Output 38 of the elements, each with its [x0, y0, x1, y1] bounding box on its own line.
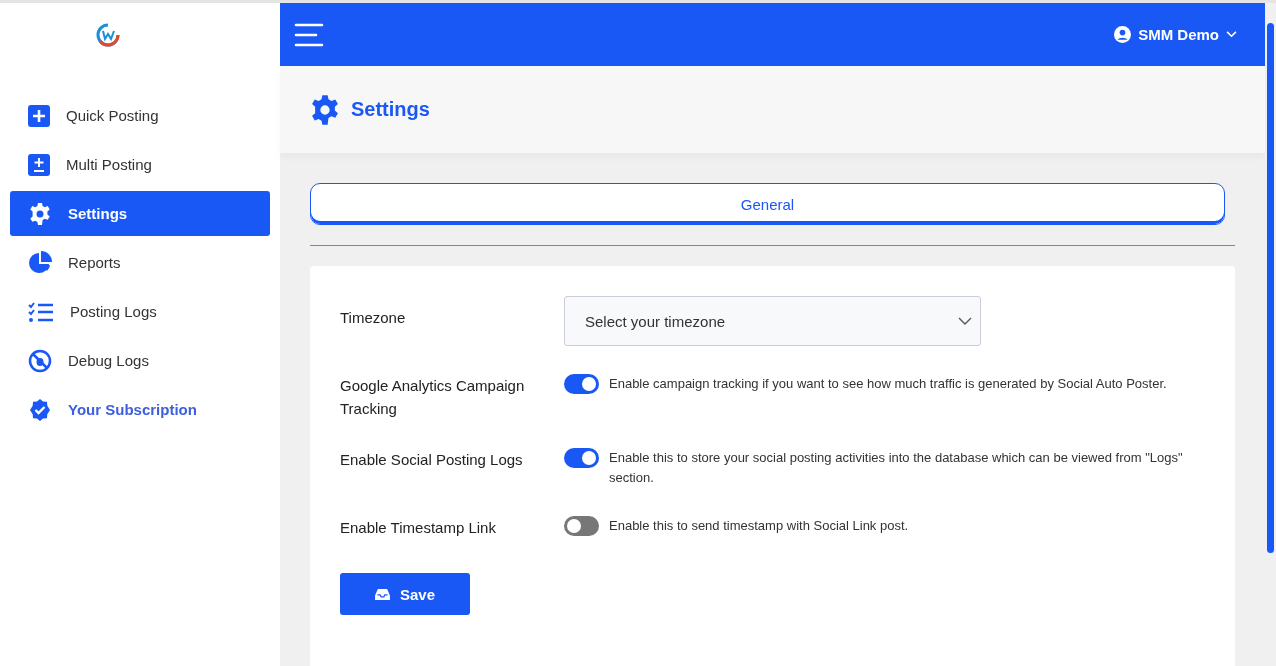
- toggle-switch[interactable]: [564, 374, 599, 394]
- sidebar-item[interactable]: Posting Logs: [10, 289, 270, 334]
- sidebar-item[interactable]: Debug Logs: [10, 338, 270, 383]
- sidebar-item[interactable]: Quick Posting: [10, 93, 270, 138]
- plus-minus-square-icon: [28, 153, 50, 176]
- settings-icon: [309, 93, 341, 126]
- user-icon: [1114, 26, 1132, 43]
- setting-label: Google Analytics Campaign Tracking: [340, 376, 526, 419]
- tab[interactable]: General: [310, 183, 1225, 225]
- checklist-icon: [28, 300, 54, 323]
- sidebar-item[interactable]: Reports: [10, 240, 270, 285]
- setting-label: Enable Social Posting Logs: [340, 450, 524, 470]
- scrollbar[interactable]: [1267, 23, 1274, 553]
- verified-badge-icon: [28, 397, 52, 422]
- menu-icon: [294, 22, 324, 47]
- user-menu[interactable]: SMM Demo: [1114, 26, 1237, 43]
- chevron-down-icon: [1226, 31, 1237, 38]
- plus-square-icon: [28, 104, 50, 127]
- bug-slash-icon: [28, 348, 52, 373]
- toggle-switch[interactable]: [564, 448, 599, 468]
- setting-description: Enable this to store your social posting activities into the database which can be viewed from "Logs" section.: [609, 449, 1184, 487]
- save-button[interactable]: Save: [340, 573, 470, 615]
- logo-icon: [96, 22, 120, 47]
- setting-description: Enable campaign tracking if you want to see how much traffic is generated by Social Auto Poster.: [609, 375, 1167, 393]
- sidebar-item[interactable]: Multi Posting: [10, 142, 270, 187]
- sidebar-item[interactable]: Your Subscription: [10, 387, 270, 432]
- setting-description: Enable this to send timestamp with Social Link post.: [609, 517, 909, 535]
- sidebar-item[interactable]: Settings: [10, 191, 270, 236]
- timezone-select[interactable]: Select your timezone: [564, 296, 981, 346]
- toggle-switch[interactable]: [564, 516, 599, 536]
- pie-chart-icon: [28, 250, 52, 275]
- chevron-down-icon: [958, 317, 972, 325]
- settings-icon: [28, 201, 52, 226]
- menu-button[interactable]: [294, 22, 324, 47]
- setting-label: Timezone: [340, 308, 407, 328]
- inbox-icon: [374, 587, 390, 601]
- setting-label: Enable Timestamp Link: [340, 518, 497, 538]
- page-title: Settings: [351, 98, 430, 121]
